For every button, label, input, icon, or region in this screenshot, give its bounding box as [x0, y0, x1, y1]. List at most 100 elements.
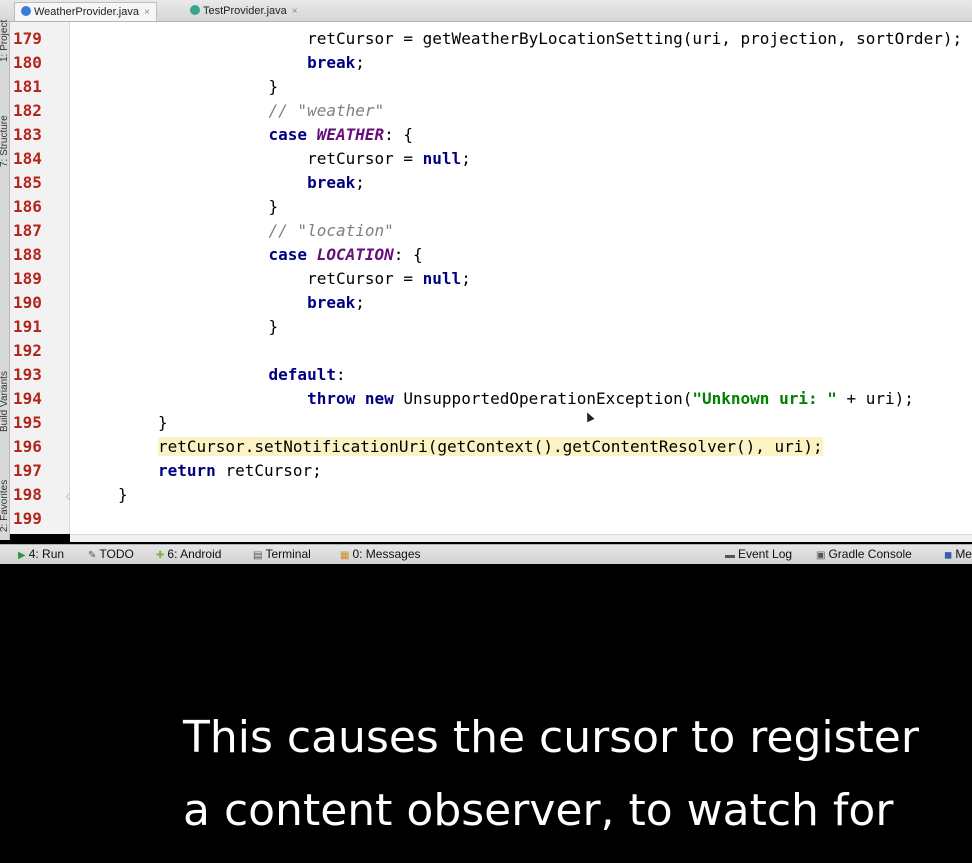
- code-token: UnsupportedOperationException(: [403, 389, 693, 408]
- code-token: break: [307, 53, 356, 72]
- code-token: null: [422, 269, 462, 288]
- code-line[interactable]: retCursor.setNotificationUri(getContext(…: [158, 435, 823, 459]
- code-token: retCursor;: [225, 461, 322, 480]
- code-token: }: [230, 77, 279, 96]
- code-token: case: [268, 245, 317, 264]
- tool-button-label: 0: Messages: [352, 547, 421, 561]
- line-number: 179: [13, 29, 42, 48]
- line-number: 184: [13, 149, 42, 168]
- line-number: 198: [13, 485, 42, 504]
- terminal-icon: ▤: [253, 550, 263, 561]
- code-token: ;: [355, 173, 365, 192]
- code-line[interactable]: throw new UnsupportedOperationException(…: [230, 387, 914, 411]
- tool-button-label: TODO: [99, 547, 134, 561]
- code-token: return: [158, 461, 226, 480]
- code-line[interactable]: return retCursor;: [158, 459, 322, 483]
- code-token: : {: [384, 125, 414, 144]
- code-token: ;: [355, 293, 365, 312]
- line-number: 183: [13, 125, 42, 144]
- code-line[interactable]: }: [230, 315, 279, 339]
- tool-button-label: Terminal: [265, 547, 311, 561]
- subtitle-caption: This causes the cursor to register a con…: [0, 564, 972, 863]
- caption-line-1: This causes the cursor to register: [183, 712, 919, 763]
- code-token: default: [268, 365, 336, 384]
- line-number: 190: [13, 293, 42, 312]
- tool-button-todo[interactable]: ✎ TODO: [88, 545, 134, 564]
- code-line[interactable]: break;: [230, 171, 365, 195]
- tool-button-label: 4: Run: [28, 547, 65, 561]
- tool-button-gradle-console[interactable]: ▣ Gradle Console: [816, 545, 912, 564]
- close-icon[interactable]: ×: [144, 7, 150, 18]
- tool-button-event-log[interactable]: ▬ Event Log: [725, 545, 792, 564]
- tab-weather-provider[interactable]: WeatherProvider.java ×: [14, 2, 157, 21]
- tool-button-messages[interactable]: ▦ 0: Messages: [340, 545, 421, 564]
- code-token: retCursor =: [230, 149, 423, 168]
- java-class-icon: [190, 5, 200, 16]
- horizontal-scrollbar[interactable]: [70, 534, 972, 542]
- line-number: 192: [13, 341, 42, 360]
- code-line[interactable]: }: [230, 75, 279, 99]
- code-token: + uri);: [836, 389, 914, 408]
- messages-icon: ▦: [340, 550, 350, 561]
- line-number: 186: [13, 197, 42, 216]
- tool-button-run[interactable]: ▶ 4: Run: [18, 545, 64, 564]
- line-number: 199: [13, 509, 42, 528]
- code-token: // "weather": [268, 101, 385, 120]
- todo-icon: ✎: [88, 550, 97, 561]
- line-number: 191: [13, 317, 42, 336]
- line-number: 193: [13, 365, 42, 384]
- tool-button-android[interactable]: ✚ 6: Android: [156, 545, 221, 564]
- java-class-icon: [21, 6, 31, 17]
- line-number: 194: [13, 389, 42, 408]
- run-icon: ▶: [18, 550, 26, 561]
- code-editor[interactable]: retCursor = getWeatherByLocationSetting(…: [70, 22, 972, 534]
- line-number: 196: [13, 437, 42, 456]
- tab-test-provider[interactable]: TestProvider.java ×: [184, 2, 304, 21]
- code-line[interactable]: // "weather": [230, 99, 385, 123]
- tool-button-label: Event Log: [738, 547, 793, 561]
- code-line[interactable]: retCursor = null;: [230, 147, 471, 171]
- code-token: }: [230, 197, 279, 216]
- tool-button-label: Gradle Console: [828, 547, 912, 561]
- code-token: WEATHER: [316, 125, 385, 144]
- editor-tab-bar: WeatherProvider.java × TestProvider.java ×: [0, 0, 972, 22]
- code-token: ;: [461, 149, 471, 168]
- code-line[interactable]: }: [230, 195, 279, 219]
- close-icon[interactable]: ×: [292, 6, 298, 17]
- line-number: 185: [13, 173, 42, 192]
- code-token: }: [230, 317, 279, 336]
- tool-button-terminal[interactable]: ▤ Terminal: [253, 545, 311, 564]
- code-token: : {: [393, 245, 423, 264]
- code-line[interactable]: default:: [230, 363, 346, 387]
- tool-button-label: 6: Android: [167, 547, 222, 561]
- line-number: 189: [13, 269, 42, 288]
- code-line[interactable]: case WEATHER: {: [230, 123, 414, 147]
- tab-label: TestProvider.java: [203, 5, 287, 17]
- gradle-console-icon: ▣: [816, 550, 826, 561]
- code-token: null: [422, 149, 462, 168]
- code-line[interactable]: // "location": [230, 219, 394, 243]
- code-line[interactable]: case LOCATION: {: [230, 243, 423, 267]
- code-line[interactable]: retCursor = null;: [230, 267, 471, 291]
- code-line[interactable]: retCursor = getWeatherByLocationSetting(…: [230, 27, 962, 51]
- line-number-gutter: 179 180 181 182 183 184 185 186 187 188 189 190 191 1…: [10, 22, 70, 534]
- tool-button-maven[interactable]: ◼ Me: [944, 545, 972, 564]
- code-line[interactable]: break;: [230, 51, 365, 75]
- code-token: // "location": [268, 221, 394, 240]
- code-token: :: [335, 365, 346, 384]
- event-log-icon: ▬: [725, 550, 735, 561]
- code-token: retCursor =: [230, 269, 423, 288]
- left-tool-window-strip: 1: Project 7: Structure Build Variants 2…: [0, 20, 10, 540]
- code-line[interactable]: break;: [230, 291, 365, 315]
- code-token: retCursor.setNotificationUri(getContext(…: [158, 437, 823, 456]
- maven-icon: ◼: [944, 550, 953, 561]
- code-line[interactable]: }: [118, 483, 128, 507]
- code-token: LOCATION: [316, 245, 394, 264]
- code-line[interactable]: }: [158, 411, 168, 435]
